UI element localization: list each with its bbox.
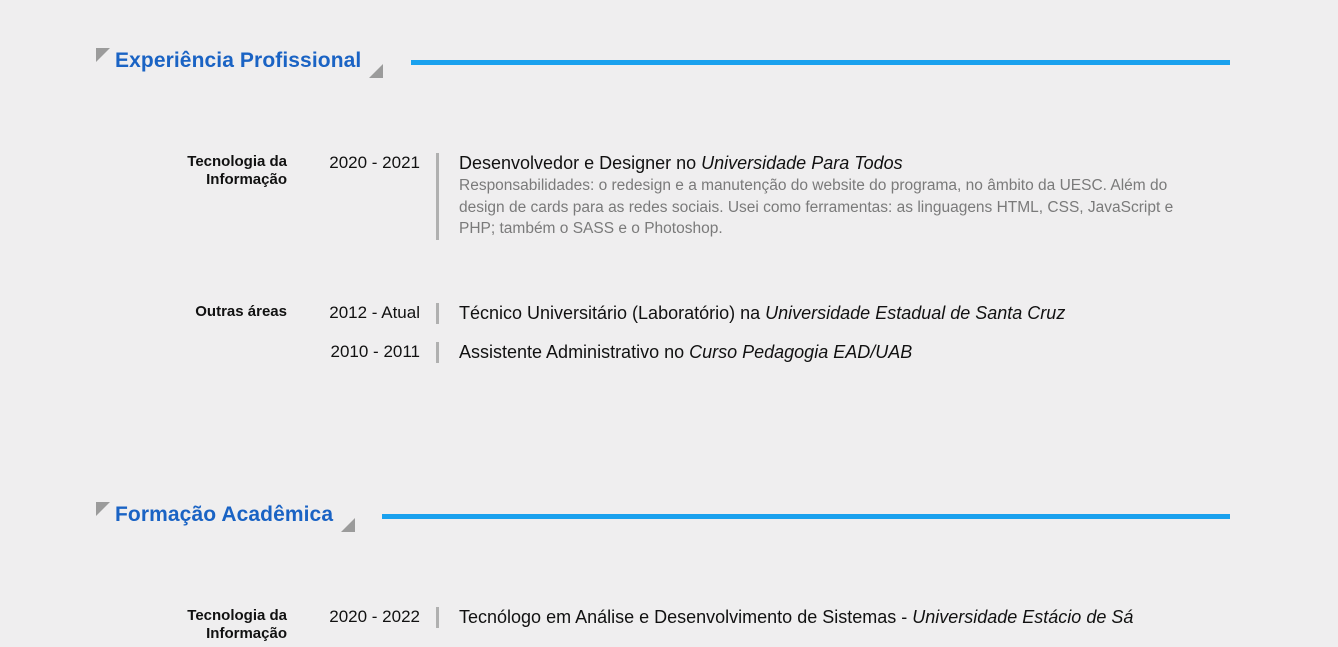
category-line: Informação <box>206 171 287 188</box>
corner-decoration-icon <box>96 502 110 516</box>
category-line: Tecnologia da <box>187 153 287 170</box>
entry-title: Desenvolvedor e Designer no Universidade… <box>459 153 903 174</box>
section-divider <box>411 60 1230 65</box>
experience-section-header: Experiência Profissional <box>96 48 1230 82</box>
entry-role: Tecnólogo em Análise e Desenvolvimento d… <box>459 607 913 627</box>
entry-separator <box>436 303 439 324</box>
section-title: Experiência Profissional <box>115 49 362 72</box>
entry-role: Desenvolvedor e Designer no <box>459 153 702 173</box>
entry-years: 2012 - Atual <box>329 303 420 322</box>
entry-title: Tecnólogo em Análise e Desenvolvimento d… <box>459 607 1133 628</box>
entry-organization: Universidade Para Todos <box>701 153 903 173</box>
section-title: Formação Acadêmica <box>115 503 334 526</box>
category-line: Tecnologia da <box>187 607 287 624</box>
category-label: Tecnologia da Informação <box>87 607 287 643</box>
entry-title: Técnico Universitário (Laboratório) na U… <box>459 303 1065 324</box>
category-label: Outras áreas <box>87 303 287 321</box>
entry-title: Assistente Administrativo no Curso Pedag… <box>459 342 912 363</box>
section-divider <box>382 514 1230 519</box>
education-section-header: Formação Acadêmica <box>96 502 1230 536</box>
entry-organization: Universidade Estácio de Sá <box>912 607 1134 627</box>
entry-description: Responsabilidades: o redesign e a manute… <box>459 177 1174 237</box>
entry-separator <box>436 607 439 628</box>
category-line: Outras áreas <box>195 303 287 320</box>
resume-page: Experiência Profissional Tecnologia da I… <box>0 0 1338 647</box>
entry-years: 2010 - 2011 <box>330 342 420 361</box>
entry-years: 2020 - 2022 <box>329 607 420 626</box>
category-line: Informação <box>206 625 287 642</box>
entry-organization: Universidade Estadual de Santa Cruz <box>765 303 1066 323</box>
corner-decoration-icon <box>96 48 110 62</box>
corner-decoration-icon <box>341 518 355 532</box>
entry-separator <box>436 342 439 363</box>
category-label: Tecnologia da Informação <box>87 153 287 189</box>
corner-decoration-icon <box>369 64 383 78</box>
entry-role: Técnico Universitário (Laboratório) na <box>459 303 766 323</box>
entry-separator <box>436 153 439 240</box>
entry-role: Assistente Administrativo no <box>459 342 690 362</box>
entry-organization: Curso Pedagogia EAD/UAB <box>689 342 913 362</box>
entry-years: 2020 - 2021 <box>329 153 420 172</box>
